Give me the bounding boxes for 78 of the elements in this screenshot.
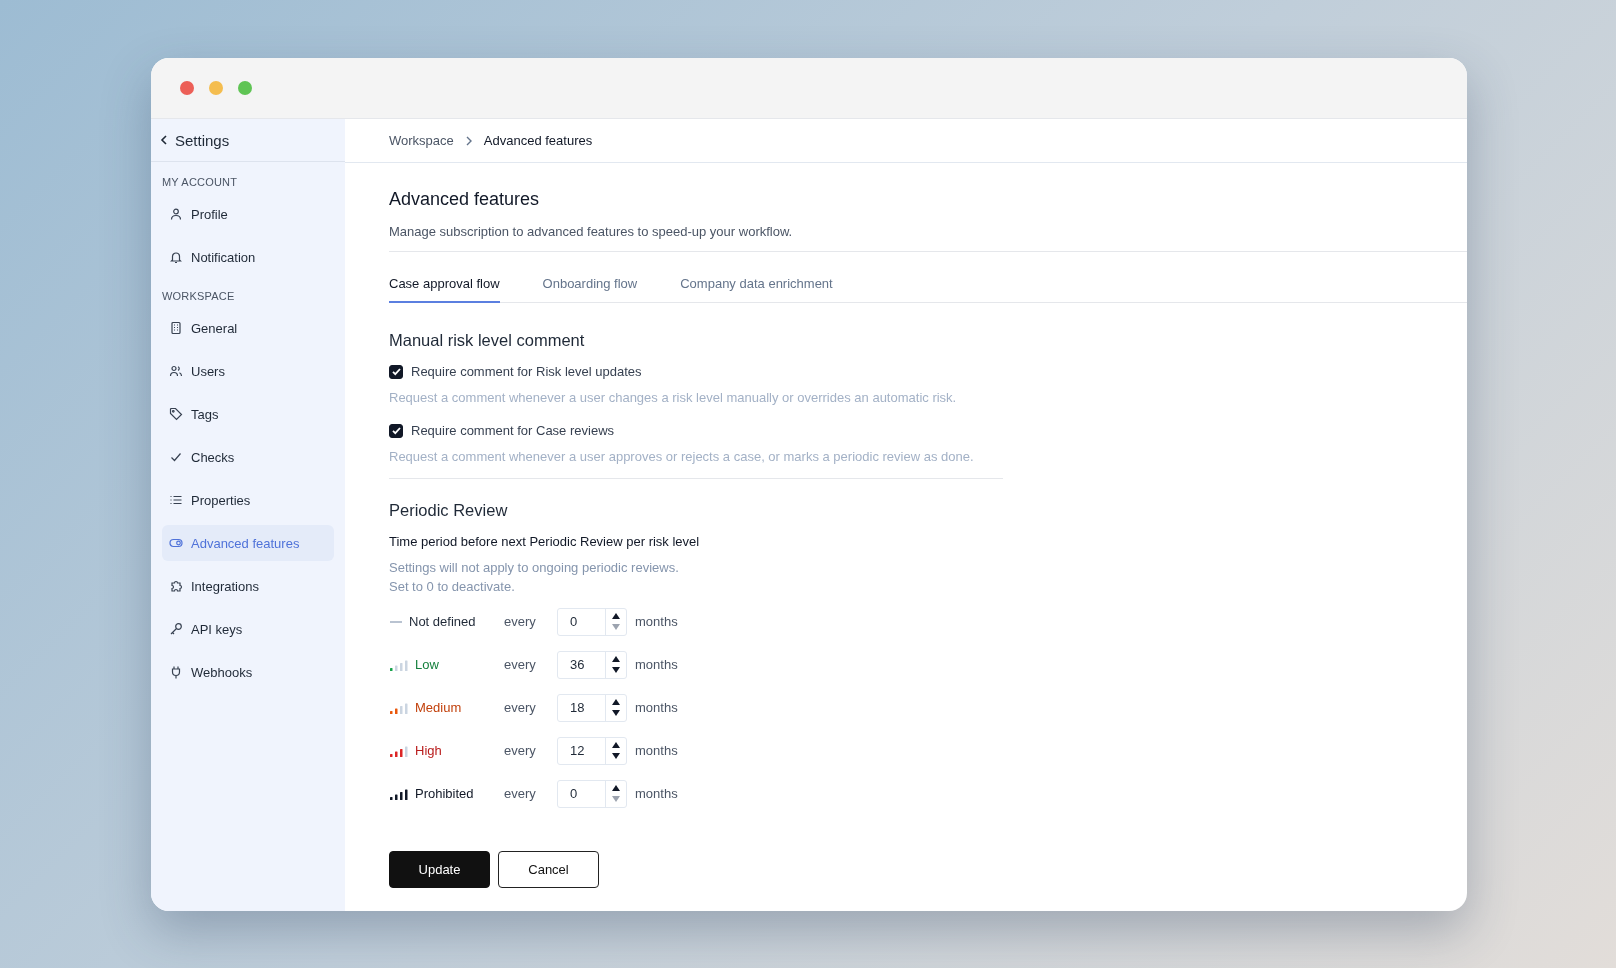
decrement-arrow-icon[interactable] [611,666,621,674]
number-field[interactable]: 0 [557,779,627,808]
checkbox[interactable] [389,423,403,438]
sidebar-item[interactable]: Notification [162,239,334,275]
sidebar-item[interactable]: Users [162,353,334,389]
key-icon [169,622,183,636]
signal-bars-icon [389,658,409,671]
help-text: Settings will not apply to ongoing periodic reviews. [389,559,680,577]
tag-icon [169,407,183,421]
tab[interactable]: Company data enrichment [680,268,833,303]
section-title: Periodic Review [389,501,509,520]
unit-label: months [635,700,679,715]
chevron-left-icon [159,134,169,146]
sidebar-item[interactable]: Integrations [162,568,334,604]
section-title: Manual risk level comment [389,331,586,350]
tab[interactable]: Case approval flow [389,268,500,303]
number-field[interactable]: 36 [557,650,627,679]
help-text: Set to 0 to deactivate. [389,578,516,596]
tab[interactable]: Onboarding flow [542,268,638,303]
risk-level-label: Prohibited [415,786,474,801]
cancel-button[interactable]: Cancel [498,851,599,888]
option-hint: Request a comment whenever a user approves or rejects a case, or marks a periodic review as done. [389,449,975,464]
number-field[interactable]: 12 [557,736,627,765]
bell-icon [169,250,183,264]
sidebar-item[interactable]: Tags [162,396,334,432]
decrement-arrow-icon[interactable] [611,752,621,760]
update-button[interactable]: Update [389,851,490,888]
puzzle-icon [169,579,183,593]
unit-label: months [635,743,679,758]
increment-arrow-icon[interactable] [611,612,621,620]
page-description: Manage subscription to advanced features to speed-up your workflow. [389,224,1467,252]
sidebar-item[interactable]: API keys [162,611,334,647]
unit-label: months [635,786,679,801]
risk-level-label: Medium [415,700,462,715]
page-title: Advanced features [389,189,541,210]
unit-label: months [635,614,679,629]
users-icon [169,364,183,378]
decrement-arrow-icon[interactable] [611,709,621,717]
increment-arrow-icon[interactable] [611,698,621,706]
signal-bars-icon [389,744,409,757]
sidebar-item[interactable]: Advanced features [162,525,334,561]
risk-level-label: High [415,743,442,758]
signal-bars-icon [389,787,409,800]
checkbox-label: Require comment for Case reviews [411,423,615,438]
number-field[interactable]: 0 [557,607,627,636]
checkbox-label: Require comment for Risk level updates [411,364,642,379]
increment-arrow-icon[interactable] [611,784,621,792]
person-icon [169,207,183,221]
list-icon [169,493,183,507]
sidebar-item[interactable]: Checks [162,439,334,475]
sidebar-item[interactable]: General [162,310,334,346]
signal-bars-icon [389,701,409,714]
every-label: every [504,614,537,629]
number-field[interactable]: 18 [557,693,627,722]
close-window-icon[interactable] [180,81,194,95]
every-label: every [504,700,537,715]
sidebar-item[interactable]: Properties [162,482,334,518]
every-label: every [504,743,537,758]
increment-arrow-icon[interactable] [611,655,621,663]
increment-arrow-icon[interactable] [611,741,621,749]
plug-icon [169,665,183,679]
sidebar-item[interactable]: Webhooks [162,654,334,690]
option-hint: Request a comment whenever a user changes a risk level manually or overrides an automatic risk. [389,390,958,405]
risk-level-label: Not defined [409,614,476,629]
checkbox[interactable] [389,364,403,379]
check-icon [169,450,183,464]
toggle-icon [169,536,183,550]
risk-level-label: Low [415,657,439,672]
back-link[interactable]: Settings [151,119,345,162]
sidebar-item[interactable]: Profile [162,196,334,232]
every-label: every [504,786,537,801]
section-heading: WORKSPACE [161,290,236,302]
unit-label: months [635,657,679,672]
building-icon [169,321,183,335]
breadcrumb-link[interactable]: Workspace [389,133,454,148]
every-label: every [504,657,537,672]
section-heading: MY ACCOUNT [161,176,239,188]
field-label: Time period before next Periodic Review per risk level [389,534,701,549]
